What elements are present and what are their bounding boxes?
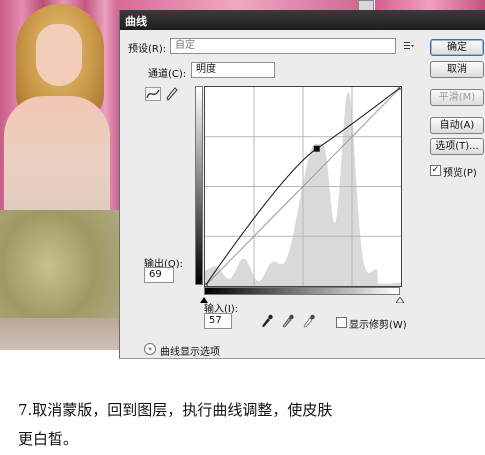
preset-label: 预设(R): [128,44,167,55]
preset-select[interactable]: 自定 [170,38,396,54]
photo-bottom [0,318,122,350]
photo-preview [0,0,122,350]
smooth-button[interactable]: 平滑(M) [430,89,484,106]
expand-chevron-icon[interactable]: » [144,343,156,355]
input-field[interactable]: 57 [204,313,232,329]
preset-menu-icon[interactable] [403,40,415,52]
curve-control-point [398,84,404,90]
caption-line-1: 7.取消蒙版，回到图层，执行曲线调整，使皮肤 [18,401,333,419]
channel-select[interactable]: 明度 [191,62,275,78]
canvas-strip-top [117,0,359,10]
dialog-titlebar[interactable]: 曲线 [120,10,485,30]
gray-eyedropper-icon[interactable] [282,314,294,328]
ok-button[interactable]: 确定 [430,39,484,56]
output-field[interactable]: 69 [144,267,174,283]
preset-value: 自定 [175,40,195,51]
dialog-title: 曲线 [125,15,147,28]
cancel-button[interactable]: 取消 [430,61,484,78]
white-eyedropper-icon[interactable] [303,314,315,328]
curve-control-point [313,145,320,152]
curve-point-tool[interactable] [145,87,161,101]
output-value: 69 [149,269,162,280]
show-clipping-label: 显示修剪(W) [349,320,407,331]
input-gradient-bar [204,287,400,295]
input-value: 57 [209,315,222,326]
pencil-icon[interactable] [165,86,179,102]
photo-face [36,24,82,86]
options-button[interactable]: 选项(T)... [430,138,484,155]
preview-checkbox[interactable]: ✓ [430,165,441,176]
channel-label: 通道(C): [148,69,187,80]
white-point-slider-icon[interactable] [395,295,405,304]
curve-plot[interactable] [202,84,404,289]
channel-value: 明度 [196,64,216,75]
curve-display-options[interactable]: 曲线显示选项 [160,343,220,358]
show-clipping-checkbox[interactable] [336,317,347,328]
curves-dialog: 曲线 预设(R): 自定 通道(C): 明度 输出(O): 69 输入(I): … [119,10,485,359]
caption-line-2: 更白皙。 [18,430,79,448]
output-gradient-bar [195,86,203,285]
curve-graph[interactable] [202,84,404,289]
auto-button[interactable]: 自动(A) [430,117,484,134]
black-eyedropper-icon[interactable] [261,314,273,328]
preview-label: 预览(P) [443,168,477,179]
curve-control-point [202,283,208,289]
